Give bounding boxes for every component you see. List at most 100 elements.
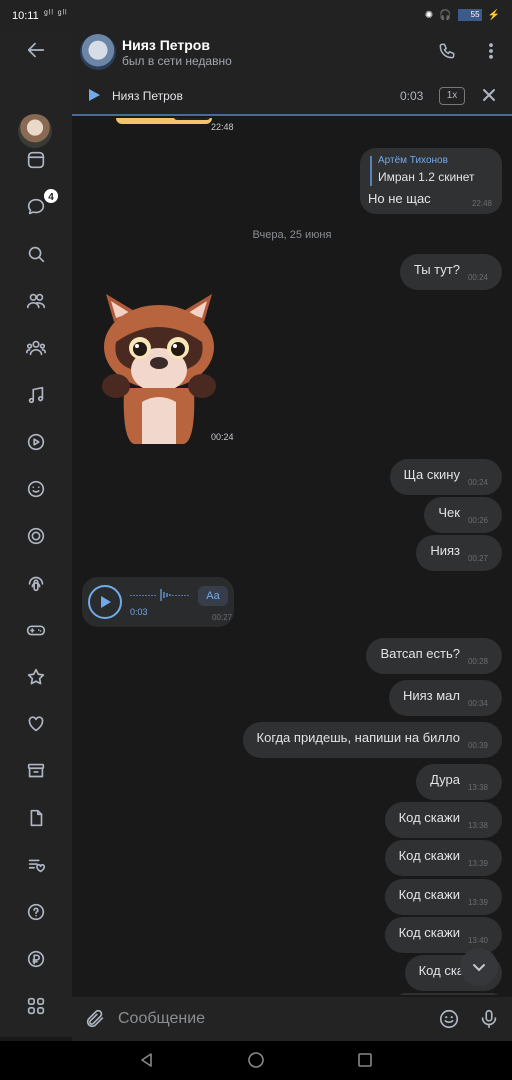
message-bubble[interactable]: Нияз 00:27 (416, 535, 502, 571)
help-icon[interactable] (18, 894, 54, 930)
message-text: Код скажи (398, 848, 460, 863)
message-bubble[interactable]: Дура 13:38 (416, 764, 502, 800)
message-text: Ты тут? (413, 262, 460, 277)
transcribe-button[interactable]: Aa (198, 586, 228, 606)
message-time: 00:26 (467, 516, 488, 525)
heart-icon[interactable] (18, 706, 54, 742)
headphones-icon: 🎧 (439, 9, 452, 21)
message-composer (72, 997, 512, 1041)
charging-icon: ⚡ (487, 9, 500, 21)
close-icon[interactable] (480, 86, 498, 104)
message-bubble[interactable] (396, 993, 502, 995)
message-time: 00:24 (467, 273, 488, 282)
attach-icon[interactable] (84, 1008, 106, 1030)
reply-quote: Имран 1.2 скинет (378, 170, 475, 184)
sidebar: 4 (0, 32, 72, 1037)
player-track-name[interactable]: Нияз Петров (112, 89, 183, 103)
message-time: 00:27 (467, 554, 488, 563)
message-time: 13:38 (467, 821, 488, 830)
communities-icon[interactable] (18, 330, 54, 366)
services-icon[interactable] (18, 988, 54, 1024)
payments-icon[interactable] (18, 941, 54, 977)
news-icon[interactable] (18, 142, 54, 178)
message-input[interactable] (118, 1007, 418, 1031)
chat-header: Нияз Петров был в сети недавно (72, 32, 512, 76)
player-speed-button[interactable]: 1x (439, 87, 465, 105)
message-bubble[interactable]: Ватсап есть? 00:28 (366, 638, 502, 674)
wishlist-icon[interactable] (18, 847, 54, 883)
message-time: 13:40 (467, 936, 488, 945)
podcast-icon[interactable] (18, 565, 54, 601)
raccoon-sticker[interactable] (94, 292, 224, 448)
sticker-partial (116, 118, 212, 124)
voice-play-button[interactable] (88, 585, 122, 619)
play-icon (101, 596, 111, 608)
reply-bar (370, 156, 372, 186)
games-icon[interactable] (18, 612, 54, 648)
message-bubble[interactable]: Код скажи 13:39 (384, 879, 502, 915)
message-text: Нияз (430, 543, 460, 558)
voice-message[interactable]: 0:03 Aa 00:27 (82, 577, 234, 627)
star-icon[interactable] (18, 659, 54, 695)
voice-duration: 0:03 (130, 607, 148, 617)
nav-recents-icon[interactable] (356, 1051, 374, 1069)
audio-player-bar: Нияз Петров 0:03 1x (72, 76, 512, 116)
friends-icon[interactable] (18, 283, 54, 319)
status-bar: 10:11 ᵍˡˡ ᵍˡˡ ✺ 🎧 55 ⚡ (0, 0, 512, 32)
scroll-down-button[interactable] (460, 948, 498, 986)
message-time: 00:28 (467, 657, 488, 666)
reply-author[interactable]: Артём Тихонов (378, 155, 448, 166)
emoji-icon[interactable] (18, 471, 54, 507)
message-text: Ща скину (403, 467, 460, 482)
contact-name[interactable]: Нияз Петров (122, 37, 210, 53)
message-time: 13:38 (467, 783, 488, 792)
battery-indicator: 55 (457, 9, 482, 21)
message-time: 13:39 (467, 859, 488, 868)
emoji-icon[interactable] (438, 1008, 460, 1030)
message-time: 22:48 (471, 199, 492, 208)
document-icon[interactable] (18, 800, 54, 836)
message-list[interactable]: 22:48 Артём Тихонов Имран 1.2 скинет Но … (72, 118, 512, 995)
message-bubble[interactable]: Чек 00:26 (424, 497, 502, 533)
message-text: Код скажи (398, 887, 460, 902)
archive-icon[interactable] (18, 753, 54, 789)
message-text: Код скажи (398, 810, 460, 825)
message-time: 00:34 (467, 699, 488, 708)
message-time: 13:39 (467, 898, 488, 907)
music-icon[interactable] (18, 377, 54, 413)
message-time: 00:24 (467, 478, 488, 487)
sticker-time: 22:48 (211, 122, 234, 132)
message-bubble[interactable]: Код скажи 13:40 (384, 917, 502, 953)
reply-text: Но не щас (368, 191, 431, 206)
back-arrow-icon[interactable] (18, 32, 54, 68)
date-separator: Вчера, 25 июня (252, 229, 332, 241)
message-text: Код скажи (398, 925, 460, 940)
chevron-down-icon (473, 964, 485, 972)
search-icon[interactable] (18, 236, 54, 272)
message-text: Дура (430, 772, 460, 787)
phone-icon[interactable] (434, 38, 460, 64)
message-bubble[interactable]: Код скажи 13:38 (384, 802, 502, 838)
message-text: Ватсап есть? (380, 646, 460, 661)
player-play-icon[interactable] (86, 87, 102, 103)
contact-avatar[interactable] (80, 34, 116, 70)
message-bubble[interactable]: Ты тут? 00:24 (399, 254, 502, 290)
voice-waveform[interactable] (130, 589, 190, 601)
message-bubble[interactable]: Когда придешь, напиши на билло 00:39 (242, 722, 502, 758)
message-text: Когда придешь, напиши на билло (256, 730, 460, 745)
target-icon[interactable] (18, 518, 54, 554)
status-time: 10:11 (12, 10, 39, 22)
unread-badge: 4 (42, 187, 60, 205)
video-icon[interactable] (18, 424, 54, 460)
message-bubble[interactable]: Нияз мал 00:34 (388, 680, 502, 716)
message-bubble[interactable]: Ща скину 00:24 (389, 459, 502, 495)
more-icon[interactable] (478, 38, 504, 64)
microphone-icon[interactable] (478, 1007, 500, 1031)
nav-home-icon[interactable] (247, 1051, 265, 1069)
contact-status: был в сети недавно (122, 54, 232, 68)
reply-message[interactable]: Артём Тихонов Имран 1.2 скинет Но не щас… (360, 148, 502, 214)
status-right: ✺ 🎧 55 ⚡ (425, 9, 500, 21)
nav-back-icon[interactable] (138, 1051, 156, 1069)
message-bubble[interactable]: Код скажи 13:39 (384, 840, 502, 876)
player-time: 0:03 (400, 89, 424, 103)
